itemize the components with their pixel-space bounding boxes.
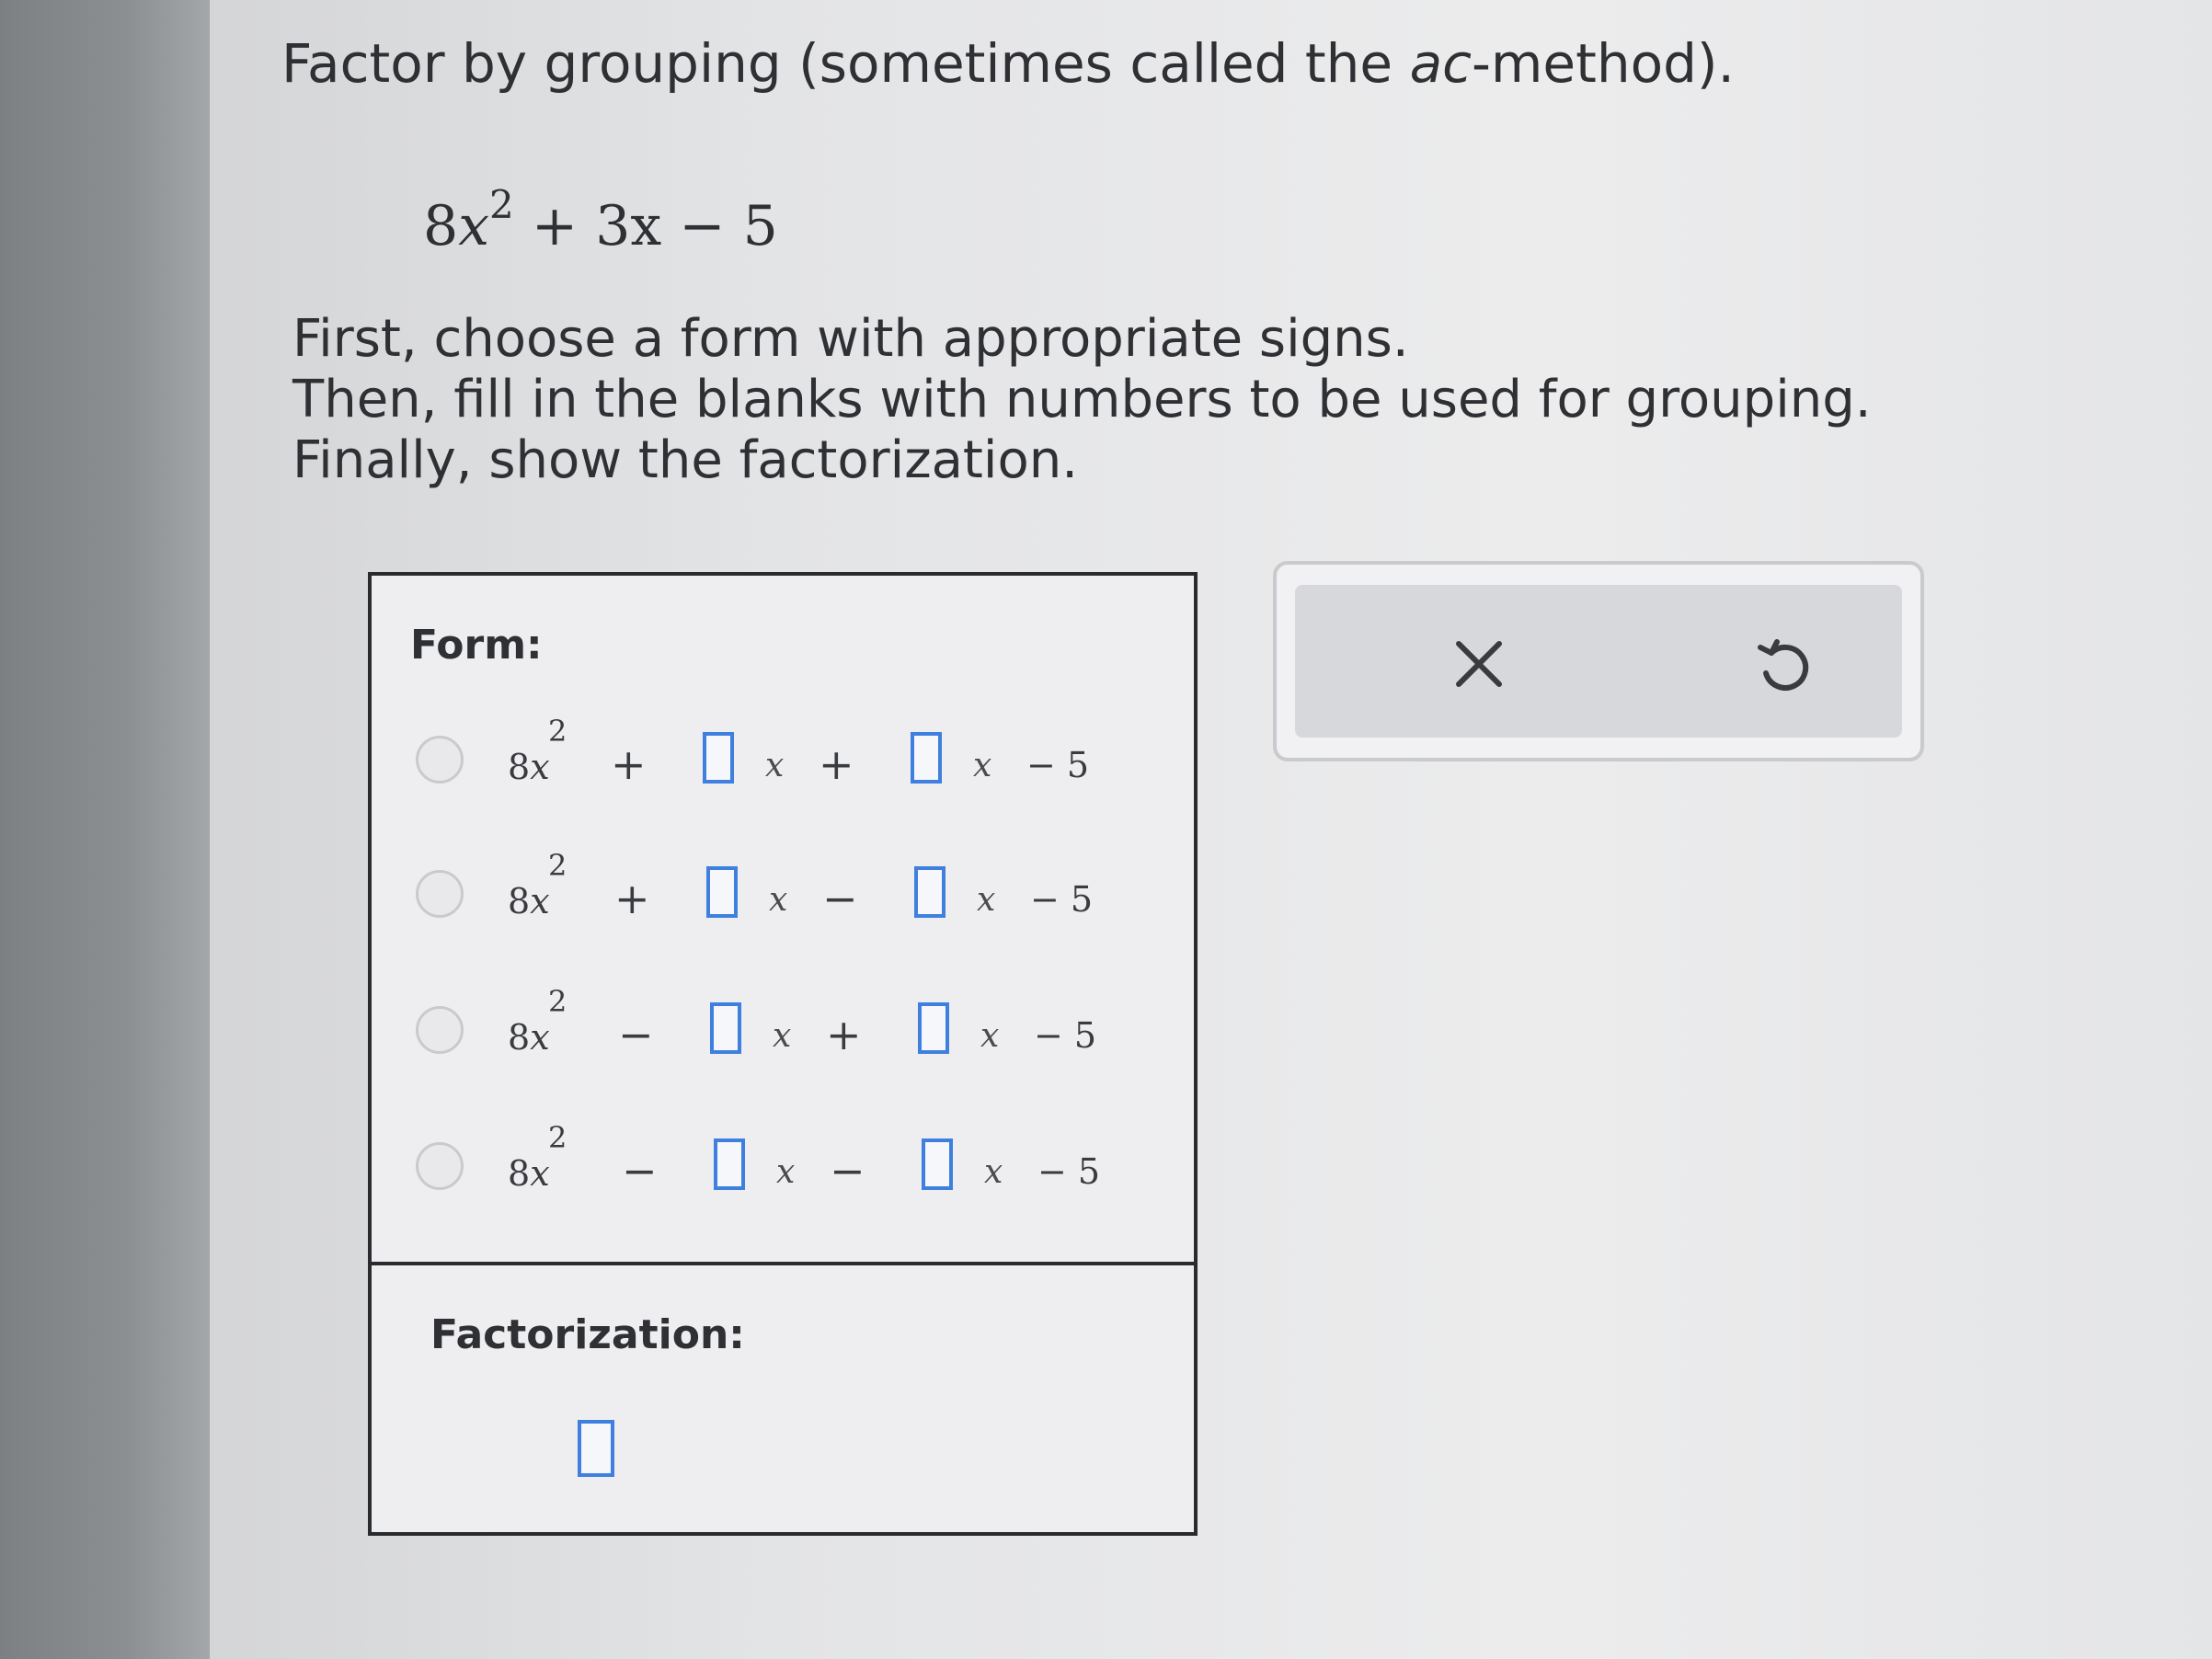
instructions: First, choose a form with appropriate si… [292,309,1872,491]
x-var-2: x [984,1153,1003,1191]
close-icon [1451,636,1507,695]
undo-button[interactable] [1746,629,1819,703]
leading-coef: 8 [508,1017,531,1058]
sign-1: + [614,874,650,923]
blank-input-2[interactable] [914,866,946,918]
sign-1: − [622,1146,658,1196]
answer-panel: Form: 8x 2 + x + x − 5 8x 2 + x − x − 5 … [368,572,1198,1536]
action-panel [1273,561,1924,761]
constant-term: − 5 [1026,745,1090,785]
leading-exponent: 2 [548,984,567,1019]
sign-2: − [830,1146,865,1196]
factorization-label: Factorization: [430,1311,745,1358]
form-option-1: 8x 2 + x + x − 5 [408,714,1144,796]
constant-term: − 5 [1037,1151,1101,1192]
blank-input-1[interactable] [714,1138,745,1190]
x-var-1: x [776,1153,796,1191]
form-option-radio[interactable] [416,870,464,918]
sign-2: − [822,874,858,923]
leading-exponent: 2 [548,714,567,749]
section-divider [372,1262,1194,1265]
instruction-line-1: First, choose a form with appropriate si… [292,309,1409,369]
title-prefix: Factor by grouping (sometimes called the [281,32,1410,95]
blank-input-1[interactable] [703,732,734,784]
instruction-line-2: Then, fill in the blanks with numbers to… [292,370,1872,429]
form-option-4: 8x 2 − x − x − 5 [408,1120,1144,1203]
x-var-1: x [773,1017,792,1055]
expression-exponent: 2 [489,182,514,227]
form-option-3: 8x 2 − x + x − 5 [408,984,1144,1067]
undo-icon [1753,635,1812,697]
leading-var: x [530,1153,550,1194]
leading-coef: 8 [508,747,531,787]
leading-term: 8x [508,747,550,787]
background-strip [0,0,210,1659]
clear-button[interactable] [1442,629,1516,703]
x-var-1: x [765,747,785,784]
sign-2: + [826,1010,862,1059]
instruction-line-3: Finally, show the factorization. [292,430,1078,490]
x-var-2: x [977,881,996,919]
expression-variable: x [458,194,490,258]
x-var-1: x [769,881,788,919]
blank-input-1[interactable] [706,866,738,918]
polynomial-expression: 8x2 + 3x − 5 [423,186,778,255]
leading-term: 8x [508,1153,550,1194]
leading-term: 8x [508,881,550,921]
leading-coef: 8 [508,881,531,921]
leading-var: x [530,881,550,921]
title-suffix: -method). [1472,32,1735,95]
question-title: Factor by grouping (sometimes called the… [281,37,1735,90]
sign-2: + [819,739,854,789]
form-label: Form: [410,622,543,669]
form-option-radio[interactable] [416,736,464,784]
expression-rest: + 3x − 5 [531,194,778,258]
form-option-radio[interactable] [416,1006,464,1054]
blank-input-2[interactable] [911,732,942,784]
blank-input-2[interactable] [922,1138,953,1190]
form-option-2: 8x 2 + x − x − 5 [408,848,1144,931]
leading-term: 8x [508,1017,550,1058]
constant-term: − 5 [1034,1015,1097,1056]
leading-var: x [530,1017,550,1058]
factorization-input[interactable] [578,1420,614,1477]
x-var-2: x [980,1017,1000,1055]
expression-coefficient: 8 [423,194,459,258]
leading-var: x [530,747,550,787]
leading-exponent: 2 [548,1120,567,1155]
constant-term: − 5 [1030,879,1094,920]
title-italic: ac [1409,32,1472,95]
form-option-radio[interactable] [416,1142,464,1190]
leading-coef: 8 [508,1153,531,1194]
sign-1: + [611,739,647,789]
action-bar [1295,585,1902,738]
blank-input-2[interactable] [918,1002,949,1054]
x-var-2: x [973,747,992,784]
sign-1: − [618,1010,654,1059]
blank-input-1[interactable] [710,1002,741,1054]
leading-exponent: 2 [548,848,567,883]
